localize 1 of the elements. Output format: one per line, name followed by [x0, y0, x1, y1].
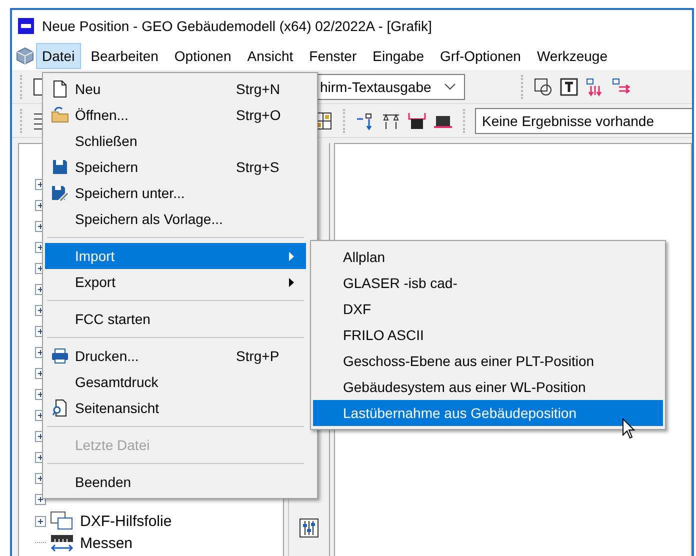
- window-title: Neue Position - GEO Gebäudemodell (x64) 02/2022A - [Grafik]: [42, 18, 432, 34]
